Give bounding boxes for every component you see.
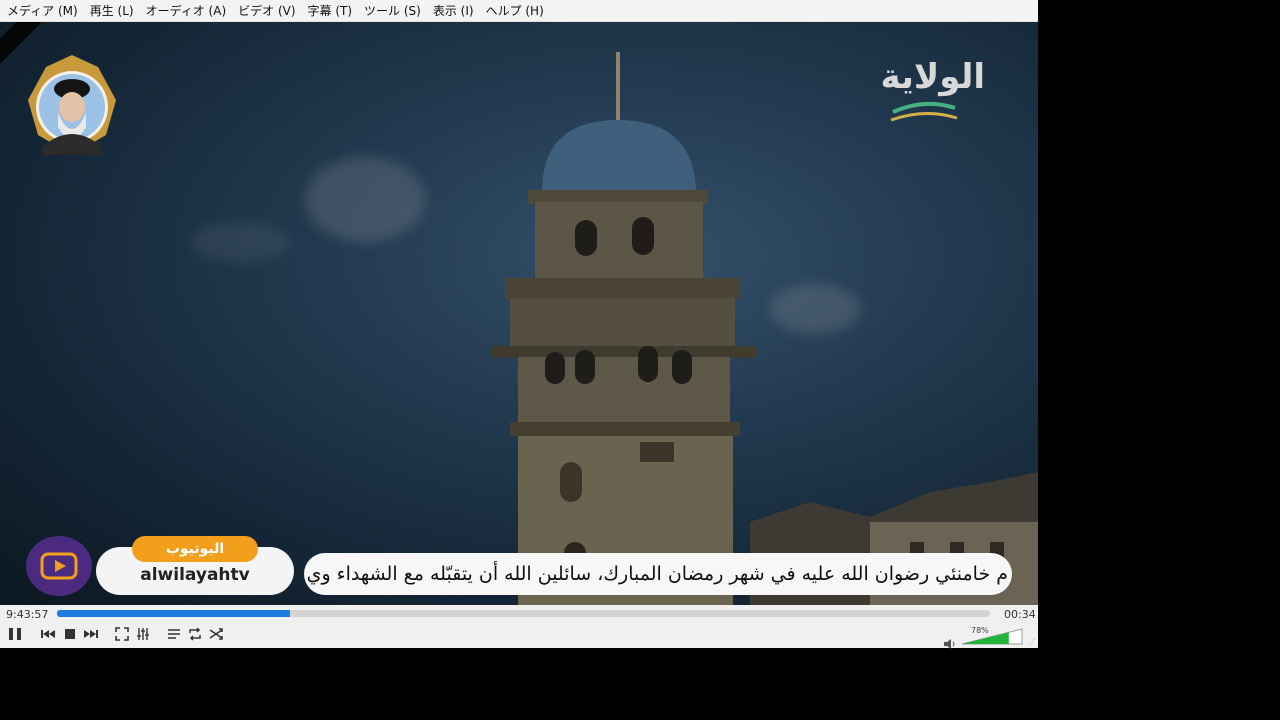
player-controls: 9:43:57 00:34 78% ⋰ [0, 605, 1038, 649]
remaining-time: 00:34 [1004, 608, 1036, 621]
next-icon [84, 630, 98, 638]
speaker-icon [944, 639, 955, 649]
seek-bar-fill [57, 610, 291, 617]
cloud [770, 284, 860, 334]
menu-playback[interactable]: 再生 (L) [85, 0, 141, 22]
menu-bar: メディア (M) 再生 (L) オーディオ (A) ビデオ (V) 字幕 (T) ツール … [0, 0, 1038, 22]
volume-level [962, 629, 1009, 644]
stop-icon [65, 629, 75, 639]
news-ticker: م خامنئي رضوان الله عليه في شهر رمضان ال… [304, 553, 1012, 595]
video-area[interactable]: الولاية اليوتيوب alwilayahtv م خامنئي رض… [0, 22, 1038, 605]
fullscreen-button[interactable] [112, 624, 132, 644]
channel-logo: الولاية [880, 56, 985, 126]
next-button[interactable] [81, 624, 101, 644]
fullscreen-icon [115, 627, 129, 641]
seek-bar[interactable] [57, 610, 990, 617]
menu-subtitle[interactable]: 字幕 (T) [303, 0, 360, 22]
youtube-badge [26, 536, 92, 596]
resize-grip[interactable]: ⋰ [1029, 638, 1036, 646]
shuffle-icon [209, 628, 223, 640]
play-pause-button[interactable] [5, 624, 25, 644]
youtube-tag: اليوتيوب [132, 536, 258, 562]
extended-settings-button[interactable] [133, 624, 153, 644]
elapsed-time: 9:43:57 [6, 608, 49, 621]
portrait-emblem [28, 55, 116, 155]
ticker-text: م خامنئي رضوان الله عليه في شهر رمضان ال… [306, 563, 1008, 585]
menu-video[interactable]: ビデオ (V) [233, 0, 302, 22]
channel-logo-text: الولاية [880, 57, 985, 97]
extended-settings-icon [137, 628, 149, 640]
cloud [305, 157, 425, 242]
previous-button[interactable] [38, 624, 58, 644]
shuffle-button[interactable] [206, 624, 226, 644]
playlist-icon [168, 629, 180, 639]
volume-slider[interactable] [962, 627, 1024, 645]
pause-icon [9, 628, 21, 640]
menu-view[interactable]: 表示 (I) [428, 0, 481, 22]
loop-button[interactable] [185, 624, 205, 644]
menu-tools[interactable]: ツール (S) [359, 0, 428, 22]
playlist-button[interactable] [164, 624, 184, 644]
youtube-icon [40, 552, 78, 580]
previous-icon [41, 630, 55, 638]
loop-icon [189, 627, 201, 641]
minaret-image [492, 52, 757, 605]
cloud [190, 222, 290, 262]
menu-audio[interactable]: オーディオ (A) [141, 0, 234, 22]
mute-button[interactable] [944, 634, 956, 653]
youtube-handle: alwilayahtv [140, 565, 250, 585]
stop-button[interactable] [60, 624, 80, 644]
menu-help[interactable]: ヘルプ (H) [481, 0, 551, 22]
menu-media[interactable]: メディア (M) [2, 0, 85, 22]
media-player-window: メディア (M) 再生 (L) オーディオ (A) ビデオ (V) 字幕 (T) ツール … [0, 0, 1038, 649]
